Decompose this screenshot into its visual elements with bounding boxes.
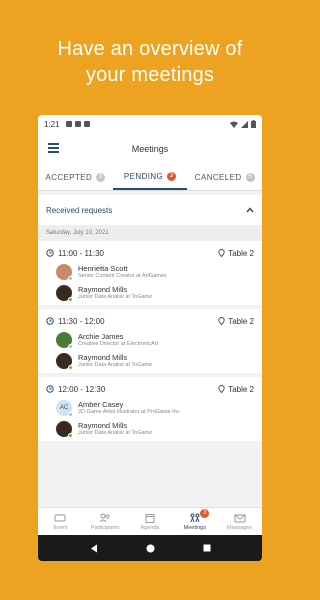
tab-canceled-label: CANCELED (194, 173, 242, 182)
bottom-navigation: Event Participants Agenda Meetings 3 Mes… (38, 507, 262, 535)
headline-line-1: Have an overview of (57, 38, 243, 60)
recipient-row: Raymond Mills Junior Data Analist at ToG… (46, 353, 254, 370)
recipient-role: Junior Data Analist at ToGame (78, 362, 153, 368)
clock-icon (46, 249, 54, 257)
recipient-row: Raymond Mills Junior Data Analist at ToG… (46, 421, 254, 438)
headline: Have an overview of your meetings (0, 36, 300, 88)
chevron-up-icon[interactable] (246, 206, 254, 214)
nav-event[interactable]: Event (38, 508, 83, 535)
meeting-card[interactable]: 11:00 - 11:30 Table 2 Henrietta Scott Se… (38, 241, 262, 305)
recipient-role: Junior Data Analist at ToGame (78, 430, 153, 436)
nav-participants[interactable]: Participants (83, 508, 128, 535)
meeting-time: 12:00 - 12:30 (58, 384, 106, 394)
clock-icon (46, 317, 54, 325)
requester-role: 2D Game Artist Illustrator at ProGame In… (78, 409, 182, 415)
phone-frame: 1:21 Meetings ACCEPTED 0 PENDING 3 CANCE… (38, 115, 262, 561)
ticket-icon (54, 514, 66, 521)
tab-accepted[interactable]: ACCEPTED 0 (38, 165, 113, 190)
nav-messages[interactable]: Messages (217, 508, 262, 535)
avatar-initials: AC (59, 405, 69, 411)
avatar (56, 353, 73, 370)
avatar: AC (56, 400, 73, 417)
back-icon[interactable] (90, 544, 98, 553)
meeting-location: Table 2 (228, 316, 254, 326)
app-bar: Meetings (38, 133, 262, 165)
shield-status-icon (74, 121, 81, 127)
avatar (56, 264, 73, 281)
recents-icon[interactable] (203, 544, 211, 552)
battery-icon (251, 120, 256, 128)
tab-pending-count: 3 (167, 172, 177, 181)
requester-role: Creative Director at ElectronicArt (78, 341, 159, 347)
tab-pending[interactable]: PENDING 3 (112, 165, 188, 190)
status-time: 1:21 (44, 119, 60, 129)
requester-row: AC Amber Casey 2D Game Artist Illustrato… (46, 400, 254, 417)
nav-participants-label: Participants (90, 524, 120, 531)
date-header: Saturday, July 10, 2021 (38, 225, 262, 241)
meeting-card[interactable]: 11:30 - 12:00 Table 2 Archie James Creat… (38, 309, 262, 373)
wifi-icon (230, 121, 238, 128)
sd-card-status-icon (83, 121, 90, 127)
recipient-name: Raymond Mills (78, 353, 128, 362)
requester-row: Archie James Creative Director at Electr… (46, 332, 254, 349)
section-title: Received requests (46, 205, 113, 215)
hamburger-menu-icon[interactable] (48, 143, 59, 153)
meetings-icon (190, 513, 200, 522)
meeting-location: Table 2 (228, 384, 254, 394)
tab-canceled-count: 5 (245, 173, 255, 182)
signal-icon (241, 120, 248, 128)
status-bar: 1:21 (38, 115, 262, 133)
recipient-role: Junior Data Analist at ToGame (78, 294, 153, 300)
headline-line-2: your meetings (85, 64, 215, 86)
requester-name: Amber Casey (78, 400, 124, 409)
nav-event-label: Event (53, 524, 68, 531)
meeting-time: 11:00 - 11:30 (58, 248, 104, 258)
recipient-name: Raymond Mills (78, 285, 128, 294)
tab-accepted-count: 0 (96, 173, 106, 182)
meeting-time: 11:30 - 12:00 (58, 316, 105, 326)
calendar-icon (145, 513, 155, 523)
people-icon (99, 513, 110, 522)
nav-meetings[interactable]: Meetings 3 (172, 508, 217, 535)
meeting-card[interactable]: 12:00 - 12:30 Table 2 AC Amber Casey 2D … (38, 377, 262, 441)
nav-meetings-label: Meetings (183, 524, 206, 531)
tab-canceled[interactable]: CANCELED 5 (187, 165, 262, 190)
requester-row: Henrietta Scott Senior Content Creator a… (46, 264, 254, 281)
received-requests-header[interactable]: Received requests (38, 195, 262, 225)
home-icon[interactable] (146, 544, 155, 553)
location-pin-icon (218, 317, 225, 325)
nav-meetings-badge: 3 (200, 509, 210, 518)
requester-name: Henrietta Scott (78, 264, 128, 273)
tab-accepted-label: ACCEPTED (45, 173, 93, 182)
avatar (56, 285, 73, 302)
clock-icon (46, 385, 54, 393)
recipient-name: Raymond Mills (78, 421, 128, 430)
requester-name: Archie James (78, 332, 124, 341)
tab-pending-label: PENDING (123, 172, 164, 181)
system-navigation-bar (38, 535, 262, 561)
page-title: Meetings (131, 144, 169, 154)
mail-icon (234, 514, 246, 522)
app-screen: 1:21 Meetings ACCEPTED 0 PENDING 3 CANCE… (38, 115, 262, 535)
settings-status-icon (65, 121, 72, 127)
meeting-location: Table 2 (228, 248, 254, 258)
requester-role: Senior Content Creator at ArtGames (78, 273, 167, 279)
status-tabs: ACCEPTED 0 PENDING 3 CANCELED 5 (38, 165, 262, 191)
nav-agenda-label: Agenda (140, 524, 160, 531)
avatar (56, 332, 73, 349)
nav-agenda[interactable]: Agenda (128, 508, 173, 535)
nav-messages-label: Messages (227, 524, 253, 531)
avatar (56, 421, 73, 438)
location-pin-icon (218, 385, 225, 393)
location-pin-icon (218, 249, 225, 257)
recipient-row: Raymond Mills Junior Data Analist at ToG… (46, 285, 254, 302)
